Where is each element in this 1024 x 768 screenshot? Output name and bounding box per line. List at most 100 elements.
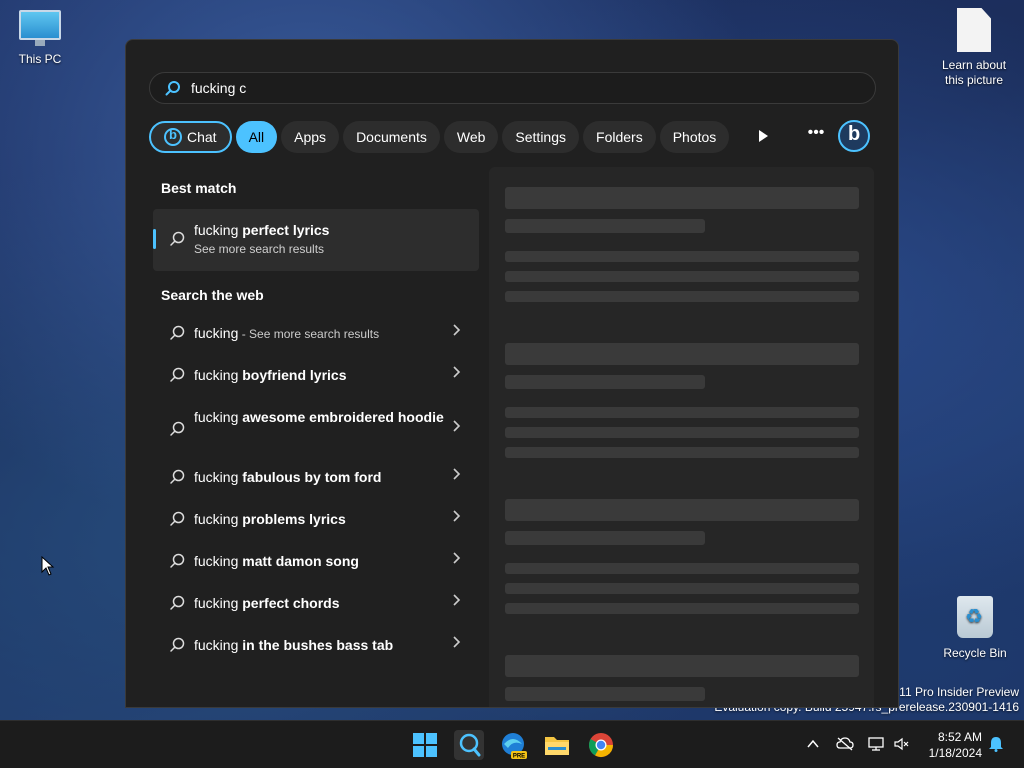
search-input[interactable] [191,80,841,96]
web-result-item[interactable]: fucking - See more search results [153,323,479,343]
see-more-note: - See more search results [238,327,380,341]
search-icon [165,80,181,96]
filter-label: Documents [356,129,427,145]
clock-time: 8:52 AM [937,730,982,744]
file-explorer-button[interactable] [542,730,572,760]
filter-settings[interactable]: Settings [502,121,580,153]
query-completion: fabulous by tom ford [238,469,382,485]
loading-placeholder [505,603,859,614]
web-result-text: fucking - See more search results [194,323,444,344]
search-icon [169,553,185,572]
scroll-filters-button[interactable] [753,126,773,146]
edge-beta-icon: PRE [502,733,527,760]
web-result-item[interactable]: fucking in the bushes bass tab [153,635,479,655]
windows-logo-icon [413,733,437,757]
web-result-item[interactable]: fucking fabulous by tom ford [153,467,479,487]
search-icon [169,231,185,252]
filter-chat[interactable]: Chat [149,121,232,153]
loading-placeholder [505,447,859,458]
web-result-item[interactable]: fucking matt damon song [153,551,479,571]
notifications-button[interactable] [988,736,1004,755]
filter-documents[interactable]: Documents [343,121,440,153]
chevron-right-icon [451,323,461,340]
bing-button[interactable] [838,120,870,152]
show-hidden-icons-button[interactable] [806,737,820,754]
ellipsis-icon: ••• [807,124,825,141]
query-prefix: fucking [194,222,239,238]
document-icon [957,8,991,52]
filter-label: Chat [187,129,217,145]
search-icon [169,637,185,656]
filter-web[interactable]: Web [443,121,499,153]
clock[interactable]: 8:52 AM 1/18/2024 [918,729,982,761]
filter-apps[interactable]: Apps [281,121,340,153]
clock-date: 1/18/2024 [928,746,982,760]
query-prefix: fucking [194,367,239,383]
taskbar-search-button[interactable] [454,730,484,760]
loading-placeholder [505,583,859,594]
volume-button[interactable] [894,737,910,754]
play-icon [759,130,768,142]
loading-placeholder [505,427,859,438]
this-pc-icon [19,10,61,46]
best-match-title: fucking perfect lyrics [194,222,329,238]
recycle-bin-icon [957,596,993,638]
loading-placeholder [505,687,705,701]
desktop-icon-this-pc[interactable]: This PC [0,10,80,66]
web-result-text: fucking boyfriend lyrics [194,365,444,386]
search-icon [459,733,481,757]
query-completion: problems lyrics [238,511,346,527]
start-button[interactable] [410,730,440,760]
query-prefix: fucking [194,595,239,611]
network-button[interactable] [868,737,886,754]
web-result-item[interactable]: fucking boyfriend lyrics [153,365,479,385]
more-options-button[interactable]: ••• [804,124,828,148]
chrome-icon [588,733,613,758]
volume-muted-icon [894,737,909,751]
chrome-button[interactable] [586,730,616,760]
best-match-item[interactable]: fucking perfect lyrics See more search r… [153,209,479,271]
desktop-icon-recycle-bin[interactable]: Recycle Bin [935,596,1015,660]
web-result-item[interactable]: fucking awesome embroidered hoodie [153,407,479,451]
desktop-icon-label: This PC [18,52,62,66]
best-match-subtitle: See more search results [194,242,325,256]
search-icon [169,367,185,386]
bing-chat-icon [164,127,182,146]
folder-icon [545,737,569,755]
chevron-up-icon [807,739,819,748]
web-result-item[interactable]: fucking problems lyrics [153,509,479,529]
desktop-icon-label: Learn about this picture [941,58,1007,87]
web-result-text: fucking matt damon song [194,551,444,572]
onedrive-button[interactable] [836,737,854,754]
query-prefix: fucking [194,511,239,527]
query-completion: boyfriend lyrics [238,367,347,383]
search-box[interactable] [149,72,876,104]
loading-placeholder [505,531,705,545]
bell-icon [989,737,1003,752]
query-completion: in the bushes bass tab [238,637,394,653]
loading-placeholder [505,499,859,521]
web-result-text: fucking in the bushes bass tab [194,635,444,656]
loading-placeholder [505,291,859,302]
web-result-text: fucking fabulous by tom ford [194,467,444,488]
loading-placeholder [505,271,859,282]
query-completion: perfect lyrics [238,222,330,238]
web-result-text: fucking perfect chords [194,593,444,614]
filter-all[interactable]: All [235,121,278,153]
loading-placeholder [505,655,859,677]
filter-folders[interactable]: Folders [583,121,656,153]
cloud-offline-icon [836,737,854,751]
edge-beta-button[interactable]: PRE [498,730,528,760]
loading-placeholder [505,251,859,262]
loading-placeholder [505,563,859,574]
query-completion: awesome embroidered hoodie [238,409,444,425]
web-result-item[interactable]: fucking perfect chords [153,593,479,613]
chevron-right-icon [451,551,461,568]
taskbar: PRE 8:52 AM 1/18/2024 [0,720,1024,768]
desktop-icon-learn-about-picture[interactable]: Learn about this picture [934,8,1014,88]
filter-label: Settings [515,129,567,145]
search-icon [169,595,185,614]
filter-photos[interactable]: Photos [659,121,730,153]
query-prefix: fucking [194,637,239,653]
web-result-text: fucking awesome embroidered hoodie [194,407,444,428]
